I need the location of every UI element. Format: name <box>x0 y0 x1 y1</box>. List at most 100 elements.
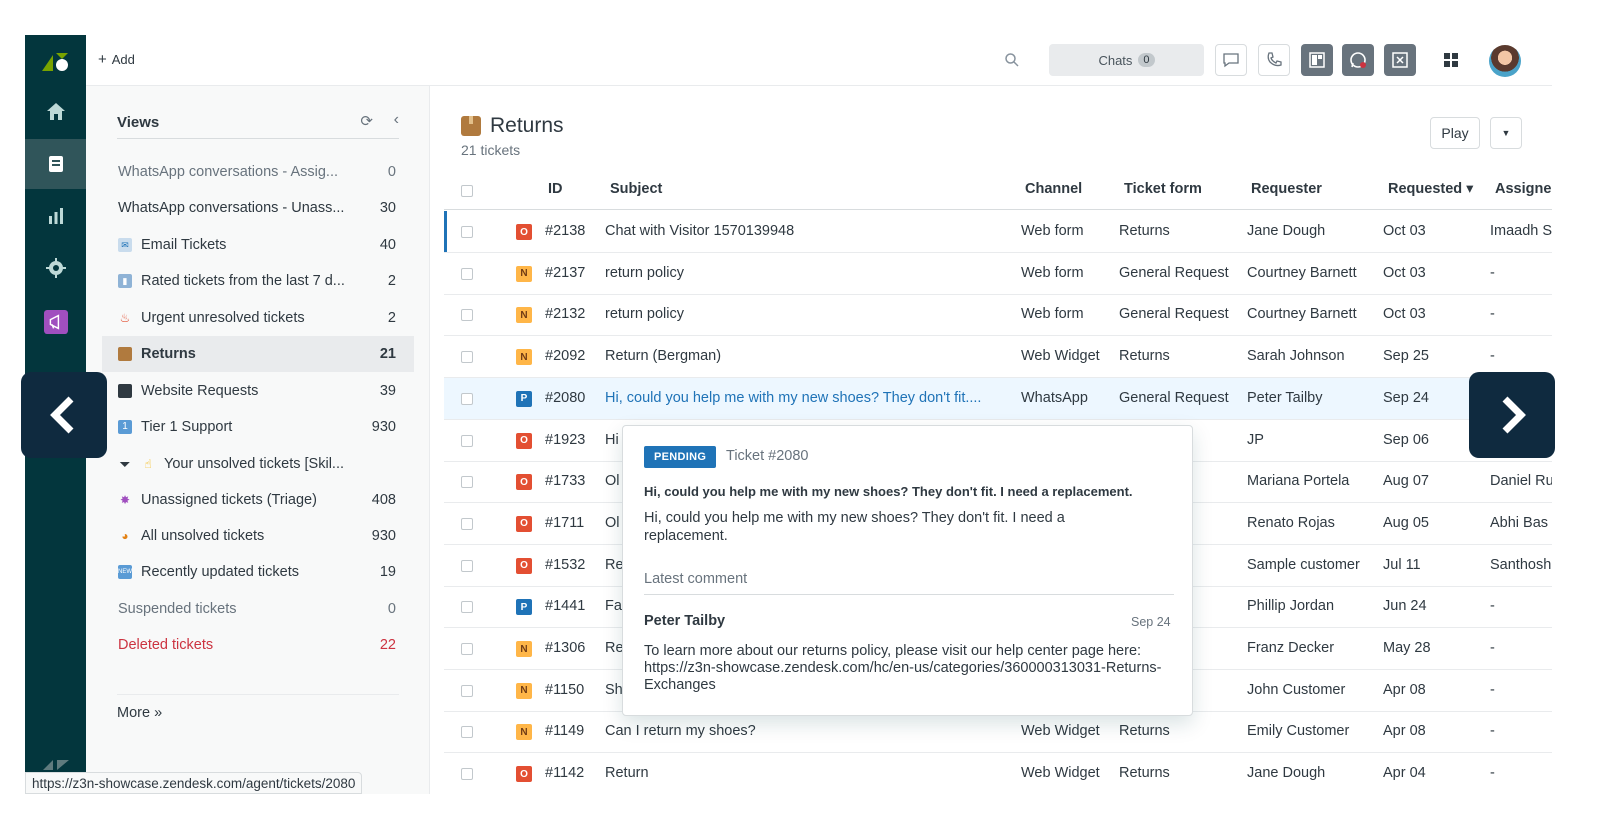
ticket-channel: Web form <box>1021 223 1084 239</box>
column-requested[interactable]: Requested ▾ <box>1388 181 1473 197</box>
ticket-id: #1733 <box>545 473 586 490</box>
table-row[interactable]: N #2092 Return (Bergman) Web Widget Returns S… <box>444 336 1552 379</box>
previous-arrow-button[interactable] <box>21 372 107 458</box>
collapse-chevron-icon[interactable]: ‹ <box>394 111 399 129</box>
column-assignee[interactable]: Assigne <box>1495 181 1551 197</box>
ticket-assignee: Abhi Bas <box>1490 514 1549 531</box>
row-checkbox[interactable] <box>461 351 473 364</box>
view-item-urgent-unresolved[interactable]: ♨ Urgent unresolved tickets 2 <box>102 300 414 336</box>
ticket-requested-date: Sep 06 <box>1383 431 1429 448</box>
row-checkbox[interactable] <box>461 643 473 655</box>
play-button[interactable]: Play <box>1430 117 1480 149</box>
column-subject[interactable]: Subject <box>610 181 662 197</box>
ticket-subject[interactable]: Can I return my shoes? <box>605 723 1005 739</box>
ticket-status-badge: P <box>516 390 532 407</box>
close-app-icon[interactable] <box>1384 44 1416 76</box>
row-checkbox[interactable] <box>461 684 473 697</box>
ticket-assignee: - <box>1490 264 1495 281</box>
home-icon[interactable] <box>25 87 86 137</box>
table-row[interactable]: N #2132 return policy Web form General Reque… <box>444 294 1552 337</box>
views-header: Views ⟳ ‹ <box>117 111 399 139</box>
view-item-deleted[interactable]: Deleted tickets 22 <box>102 627 414 663</box>
row-checkbox[interactable] <box>461 601 473 614</box>
row-checkbox[interactable] <box>461 559 473 572</box>
layout-panel-icon[interactable] <box>1301 44 1333 76</box>
phone-icon[interactable] <box>1258 44 1290 76</box>
ticket-subject[interactable]: return policy <box>605 265 1005 281</box>
view-item-whatsapp-unassigned[interactable]: WhatsApp conversations - Unass... 30 <box>102 190 414 226</box>
comment-author: Peter Tailby <box>644 613 726 629</box>
row-checkbox[interactable] <box>461 267 473 280</box>
view-item-suspended[interactable]: Suspended tickets 0 <box>102 591 414 627</box>
table-row[interactable]: N #1149 Can I return my shoes? Web Widget Re… <box>444 711 1552 754</box>
ticket-id: #2092 <box>545 348 586 365</box>
ticket-requester: John Customer <box>1247 681 1346 698</box>
view-item-your-unsolved[interactable]: ⏷ ☝ Your unsolved tickets [Skil... <box>102 446 414 482</box>
ticket-assignee: - <box>1490 306 1495 323</box>
package-icon <box>118 347 132 361</box>
view-item-unassigned-triage[interactable]: ✸ Unassigned tickets (Triage) 408 <box>102 482 414 518</box>
view-item-recently-updated[interactable]: NEW Recently updated tickets 19 <box>102 554 414 590</box>
zendesk-logo-icon[interactable] <box>40 51 70 73</box>
row-checkbox[interactable] <box>461 476 473 489</box>
ticket-subject[interactable]: Return (Bergman) <box>605 348 1005 364</box>
column-requester[interactable]: Requester <box>1251 181 1322 197</box>
ticket-requester: Franz Decker <box>1247 640 1335 656</box>
row-checkbox[interactable] <box>461 226 473 238</box>
ticket-subject[interactable]: return policy <box>605 306 1005 322</box>
play-dropdown-button[interactable]: ▼ <box>1490 117 1522 149</box>
column-id[interactable]: ID <box>548 181 563 197</box>
page-title: Returns <box>461 114 564 138</box>
ticket-channel: Web Widget <box>1021 348 1100 365</box>
table-row[interactable]: N #2137 return policy Web form General Reque… <box>444 253 1552 295</box>
ticket-status-badge: N <box>516 641 532 657</box>
megaphone-icon[interactable] <box>25 297 86 347</box>
add-button[interactable]: + Add <box>98 51 135 68</box>
chats-button[interactable]: Chats 0 <box>1049 44 1204 76</box>
filter-icon: ⏷ <box>119 456 131 472</box>
bar-chart-icon: ▮ <box>118 274 132 288</box>
row-checkbox[interactable] <box>461 392 473 405</box>
one-icon: 1 <box>118 420 132 434</box>
column-channel[interactable]: Channel <box>1025 181 1082 197</box>
ticket-subject[interactable]: Return <box>605 765 1005 781</box>
view-item-returns[interactable]: Returns 21 <box>102 336 414 372</box>
ticket-requested-date: Sep 25 <box>1383 348 1429 365</box>
row-checkbox[interactable] <box>461 768 473 781</box>
views-nav-icon[interactable] <box>25 139 86 189</box>
row-checkbox[interactable] <box>461 434 473 447</box>
product-tray-grid-icon[interactable] <box>1435 44 1467 76</box>
add-label: Add <box>111 52 135 67</box>
view-item-email-tickets[interactable]: ✉ Email Tickets 40 <box>102 227 414 263</box>
view-item-rated-tickets[interactable]: ▮ Rated tickets from the last 7 d... 2 <box>102 263 414 299</box>
ticket-id: #2132 <box>545 306 586 323</box>
reporting-icon[interactable] <box>25 191 86 241</box>
chevron-right-icon <box>1502 396 1526 434</box>
refresh-icon[interactable]: ⟳ <box>360 112 373 130</box>
popover-subject: Hi, could you help me with my new shoes?… <box>644 484 1133 499</box>
ticket-subject[interactable]: Hi, could you help me with my new shoes?… <box>605 390 1005 406</box>
ticket-id: #1142 <box>545 765 585 782</box>
column-ticket-form[interactable]: Ticket form <box>1124 181 1202 197</box>
row-checkbox[interactable] <box>461 726 473 739</box>
view-item-all-unsolved[interactable]: ◕ All unsolved tickets 930 <box>102 518 414 554</box>
view-item-tier1-support[interactable]: 1 Tier 1 Support 930 <box>102 409 414 445</box>
view-item-website-requests[interactable]: Website Requests 39 <box>102 373 414 409</box>
select-all-checkbox[interactable] <box>461 185 473 197</box>
table-row[interactable]: O #1142 Return Web Widget Returns Jane Dough A… <box>444 753 1552 794</box>
settings-gear-icon[interactable] <box>25 243 86 293</box>
ticket-subject[interactable]: Chat with Visitor 1570139948 <box>605 223 1005 239</box>
whatsapp-icon[interactable] <box>1342 44 1374 76</box>
table-row[interactable]: P #2080 Hi, could you help me with my new … <box>444 377 1552 420</box>
user-avatar[interactable] <box>1489 45 1521 77</box>
row-checkbox[interactable] <box>461 517 473 530</box>
next-arrow-button[interactable] <box>1469 372 1555 458</box>
row-checkbox[interactable] <box>461 309 473 322</box>
more-views-link[interactable]: More » <box>117 705 162 721</box>
page-title-text: Returns <box>490 114 564 137</box>
chat-bubble-icon[interactable] <box>1215 44 1247 76</box>
search-icon[interactable] <box>1004 52 1020 68</box>
table-row[interactable]: O #2138 Chat with Visitor 1570139948 Web fo… <box>444 211 1552 253</box>
comment-date: Sep 24 <box>1131 615 1171 629</box>
view-item-whatsapp-assigned[interactable]: WhatsApp conversations - Assig... 0 <box>102 154 414 190</box>
